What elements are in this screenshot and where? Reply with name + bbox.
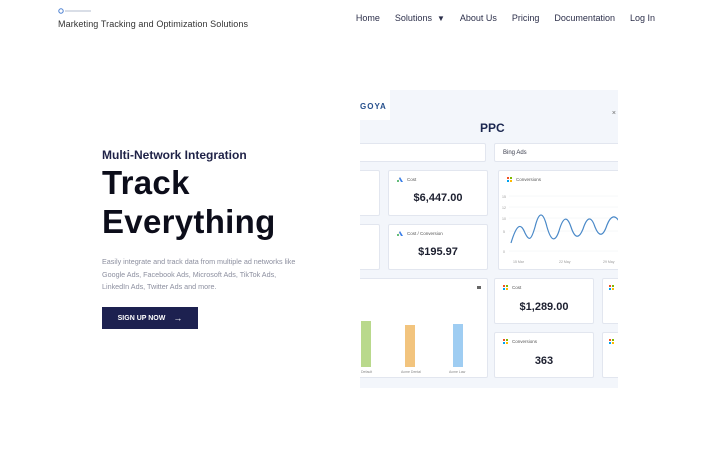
- filter-network-value: Bing Ads: [503, 150, 527, 156]
- microsoft-icon: [503, 285, 508, 290]
- hero-title-line1: Track: [102, 164, 190, 201]
- x-tick-2: 22 May: [559, 260, 571, 264]
- x-tick-1: 15 Mar: [513, 260, 525, 264]
- metric-card-right-1: [602, 278, 618, 324]
- bing-conversions-label-text: Conversions: [512, 339, 538, 344]
- hero-eyebrow: Multi-Network Integration: [102, 148, 247, 162]
- filter-left: [360, 143, 486, 162]
- conversions-chart-card: Conversions 15 12 10 5 0 15 Mar 22 May 2…: [498, 170, 618, 270]
- bing-conversions-card-label: Conversions: [503, 339, 537, 344]
- nav-log-in[interactable]: Log In: [630, 13, 655, 23]
- bar-default: [361, 321, 371, 367]
- site-tagline: Marketing Tracking and Optimization Solu…: [58, 19, 249, 29]
- sign-up-button[interactable]: SIGN UP NOW →: [102, 307, 198, 329]
- nav-about-us-label: About Us: [459, 13, 497, 23]
- dashboard-preview: GOYA × PPC Bing Ads Cost $6,447.00 Cost …: [360, 90, 618, 388]
- bar-acme-law: [453, 324, 463, 367]
- bar-acme-dental: [405, 325, 415, 367]
- dashboard-brand: GOYA: [360, 90, 390, 120]
- y-tick-12: 12: [502, 206, 506, 210]
- google-ads-icon: [397, 177, 403, 182]
- bar-label-acme-dental: Acme Dental: [401, 370, 422, 374]
- microsoft-icon: [609, 285, 614, 290]
- hero-title: Track Everything: [102, 163, 276, 241]
- bar-chart-corner-icon: [477, 286, 481, 289]
- conversions-series-line: [510, 214, 618, 244]
- cost-card: Cost $6,447.00: [388, 170, 488, 216]
- bar-label-default: Default: [361, 370, 373, 374]
- cost-card-label: Cost: [397, 177, 416, 182]
- cost-per-conversion-card: Cost / Conversion $195.97: [388, 224, 488, 270]
- google-ads-icon: [397, 231, 403, 236]
- cost-value: $6,447.00: [413, 192, 463, 204]
- cpc-card-label: Cost / Conversion: [397, 231, 443, 236]
- bing-cost-card-label: Cost: [503, 285, 521, 290]
- bar-label-acme-law: Acme Law: [449, 370, 466, 374]
- dashboard-title: PPC: [480, 121, 505, 135]
- cpc-value: $195.97: [418, 246, 458, 258]
- nav-solutions[interactable]: Solutions ▼: [395, 13, 445, 23]
- y-tick-10: 10: [502, 217, 506, 221]
- nav-home[interactable]: Home: [356, 13, 380, 23]
- hero-title-line2: Everything: [102, 203, 276, 240]
- campaign-bar-chart-card: Default Acme Dental Acme Law: [360, 278, 488, 378]
- conversions-line-chart: 15 12 10 5 0 15 Mar 22 May 29 May: [502, 195, 618, 264]
- arrow-right-icon: →: [173, 313, 183, 323]
- x-tick-3: 29 May: [603, 260, 615, 264]
- hero-description: Easily integrate and track data from mul…: [102, 257, 296, 291]
- microsoft-icon: [609, 339, 614, 344]
- bing-cost-card: Cost $1,289.00: [494, 278, 594, 324]
- site-header: Marketing Tracking and Optimization Solu…: [0, 0, 720, 40]
- y-tick-5: 5: [503, 230, 505, 234]
- bing-cost-label-text: Cost: [512, 285, 522, 290]
- bing-conversions-value: 363: [534, 355, 554, 367]
- metric-card-left-2: [360, 224, 380, 270]
- nav-documentation-label: Documentation: [554, 13, 615, 23]
- logo-icon[interactable]: [58, 8, 98, 14]
- nav-pricing[interactable]: Pricing: [512, 13, 540, 23]
- nav-log-in-label: Log In: [629, 13, 655, 23]
- filter-network-select: Bing Ads: [494, 143, 618, 162]
- cpc-label-text: Cost / Conversion: [407, 231, 443, 236]
- close-icon: ×: [611, 110, 616, 117]
- bing-cost-value: $1,289.00: [519, 301, 569, 313]
- nav-about-us[interactable]: About Us: [460, 13, 497, 23]
- y-tick-0: 0: [503, 250, 505, 254]
- sign-up-button-label: SIGN UP NOW: [117, 314, 166, 322]
- bing-conversions-card: Conversions 363: [494, 332, 594, 378]
- main-nav: Home Solutions ▼ About Us Pricing Documen…: [356, 13, 655, 23]
- metric-card-left-1: [360, 170, 380, 216]
- y-tick-15: 15: [502, 195, 506, 199]
- nav-documentation[interactable]: Documentation: [554, 13, 615, 23]
- nav-solutions-label: Solutions: [394, 13, 432, 23]
- metric-card-right-2: [602, 332, 618, 378]
- nav-pricing-label: Pricing: [511, 13, 540, 23]
- chevron-down-icon: ▼: [436, 13, 445, 23]
- nav-home-label: Home: [355, 13, 380, 23]
- cost-label-text: Cost: [407, 177, 417, 182]
- microsoft-icon: [503, 339, 508, 344]
